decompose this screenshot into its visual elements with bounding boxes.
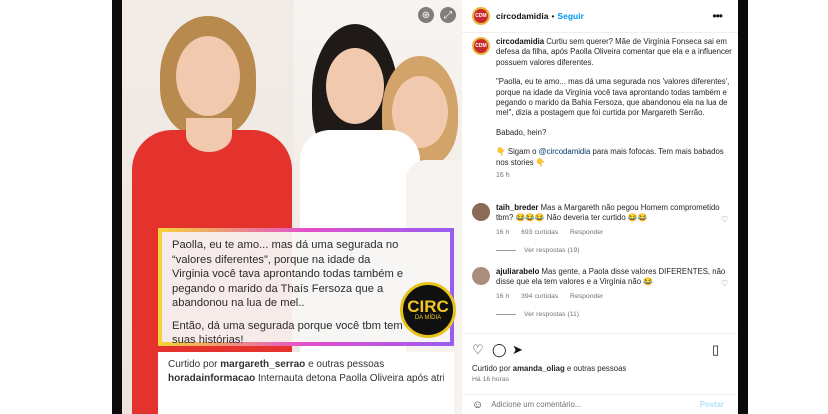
right-frame-bar	[738, 0, 748, 414]
logo-bottom-text: DA MÍDIA	[414, 315, 442, 321]
reply-button[interactable]: Responder	[570, 229, 603, 236]
source-user: horadainformacao	[168, 373, 256, 384]
post-button[interactable]: Postar	[700, 400, 724, 409]
post-header: CDM circodamidia • Seguir •••	[462, 0, 738, 33]
caption-username[interactable]: circodamidia	[496, 37, 544, 46]
left-frame-bar	[112, 0, 122, 414]
screenshot-stage: ⊕ ⤢ Paolla, eu te amo... mas dá uma segu…	[0, 0, 828, 414]
comment-likes[interactable]: 693 curtidas	[521, 229, 558, 236]
liked-user: margareth_serrao	[220, 359, 306, 370]
comment-input[interactable]	[491, 400, 682, 409]
heart-icon[interactable]: ♡	[472, 342, 484, 358]
cta-prefix: 👇 Sigam o	[496, 147, 537, 157]
emoji-icon[interactable]: ☺	[472, 399, 483, 411]
liked-suffix: e outras pessoas	[308, 359, 385, 370]
mention-link[interactable]: @circodamidia	[539, 147, 591, 156]
comment-icon[interactable]: ◯	[492, 342, 507, 358]
caption-quote: "Paolla, eu te amo... mas dá uma segurad…	[496, 77, 730, 118]
comment-text: taih_breder Mas a Margareth não pegou Ho…	[496, 203, 732, 224]
caption-block: CDM circodamidia Curtiu sem querer? Mãe …	[472, 37, 732, 179]
liked-prefix: Curtido por	[168, 359, 218, 370]
header-username[interactable]: circodamidia	[496, 11, 548, 21]
logo-top-text: CIRC	[407, 297, 449, 316]
overlay-line: Paolla, eu te amo... mas dá uma segurada…	[172, 239, 399, 251]
follow-button[interactable]: Seguir	[557, 11, 583, 21]
bookmark-icon[interactable]: ▯	[712, 342, 719, 358]
avatar[interactable]: CDM	[472, 7, 490, 25]
comment-likes[interactable]: 394 curtidas	[521, 293, 558, 300]
comment-item: taih_breder Mas a Margareth não pegou Ho…	[472, 203, 732, 238]
overlay-source-line: horadainformacao Internauta detona Paoll…	[168, 372, 444, 386]
avatar[interactable]	[472, 203, 490, 221]
overlay-line: pegando o marido da Thaís Fersoza que a	[172, 282, 384, 295]
neck-shape	[186, 118, 232, 152]
comment-text: ajuliarabelo Mas gente, a Paola disse va…	[496, 267, 732, 288]
circo-da-midia-logo: CIRC DA MÍDIA	[400, 282, 456, 338]
likes-suffix[interactable]: e outras pessoas	[567, 364, 626, 373]
likes-user[interactable]: amanda_oliag	[513, 364, 565, 373]
separator-dot: •	[551, 11, 555, 21]
overlay-line: Então, dá uma segurada porque você tbm t…	[172, 319, 403, 332]
comment-username[interactable]: ajuliarabelo	[496, 267, 539, 276]
source-text: Internauta detona Paolla Oliveira após a…	[258, 373, 444, 384]
add-comment-bar: ☺ Postar	[462, 394, 738, 414]
comment-time: 16 h	[496, 228, 510, 236]
overlay-line: “valores diferentes”, porque na idade da	[172, 253, 371, 266]
avatar[interactable]: CDM	[472, 37, 490, 55]
comment-meta: 16 h 693 curtidas Responder	[496, 228, 732, 238]
overlay-line: suas histórias!	[172, 334, 244, 346]
caption-time: 16 h	[496, 172, 510, 180]
share-icon[interactable]: ➤	[512, 342, 523, 358]
caption-babado: Babado, hein?	[496, 127, 547, 137]
face-shape	[326, 48, 384, 124]
comment-username[interactable]: taih_breder	[496, 203, 538, 212]
expand-icon[interactable]: ⤢	[440, 7, 456, 23]
view-replies-button[interactable]: Ver respostas (19)	[496, 247, 580, 254]
heart-icon[interactable]: ♡	[721, 279, 728, 288]
caption-text: circodamidia Curtiu sem querer? Mãe de V…	[496, 37, 732, 68]
face-shape	[176, 36, 240, 116]
heart-icon[interactable]: ♡	[721, 215, 728, 224]
zoom-icon[interactable]: ⊕	[418, 7, 434, 23]
screenshot-liked-strip: Curtido por margareth_serrao e outras pe…	[158, 352, 454, 414]
caption-cta: 👇 Sigam o @circodamidia para mais fofoca…	[496, 147, 732, 168]
reply-button[interactable]: Responder	[570, 293, 603, 300]
overlay-liked-line: Curtido por margareth_serrao e outras pe…	[168, 358, 444, 372]
likes-summary: Curtido por amanda_oliag e outras pessoa…	[472, 364, 626, 373]
comment-time: 16 h	[496, 292, 510, 300]
action-bar: ♡ ◯ ➤ ▯	[462, 333, 738, 363]
comment-meta: 16 h 394 curtidas Responder	[496, 292, 732, 302]
more-horizontal-icon[interactable]: •••	[712, 9, 723, 23]
comment-item: ajuliarabelo Mas gente, a Paola disse va…	[472, 267, 732, 302]
post-image[interactable]: ⊕ ⤢ Paolla, eu te amo... mas dá uma segu…	[122, 0, 462, 414]
post-side-panel: CDM circodamidia • Seguir ••• CDM circod…	[462, 0, 738, 414]
overlay-line: Virginia você tava aprontando todas tamb…	[172, 268, 404, 280]
avatar[interactable]	[472, 267, 490, 285]
view-replies-button[interactable]: Ver respostas (11)	[496, 311, 579, 318]
likes-prefix: Curtido por	[472, 364, 511, 373]
post-time: Há 16 horas	[472, 376, 510, 383]
